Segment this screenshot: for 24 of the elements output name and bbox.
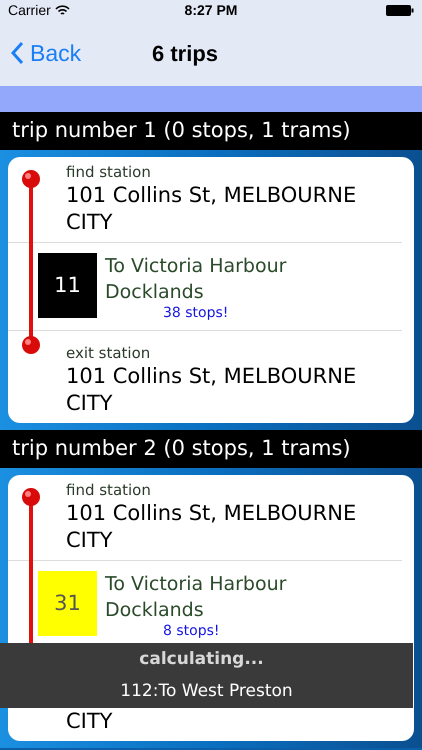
- route-badge: 11: [38, 253, 97, 318]
- station-label: find station: [66, 162, 152, 182]
- stop-count: 8 stops!: [162, 623, 220, 640]
- nav-title: 6 trips: [152, 40, 218, 68]
- route-destination: To Victoria Harbour Docklands: [105, 572, 288, 623]
- station-name: 101 Collins St, MELBOURNE CITY: [66, 363, 358, 417]
- status-time: 8:27 PM: [184, 0, 238, 20]
- route-badge: 31: [38, 571, 97, 636]
- battery-icon: [386, 4, 414, 16]
- chevron-left-icon: [10, 41, 24, 65]
- station-name: 101 Collins St, MELBOURNE CITY: [66, 182, 358, 236]
- station-label: find station: [66, 480, 152, 500]
- wifi-icon: [54, 4, 70, 16]
- loading-detail: 112:To West Preston: [120, 680, 293, 702]
- station-label: exit station: [66, 343, 152, 363]
- station-name: 101 Collins St, MELBOURNE CITY: [66, 500, 358, 554]
- carrier-label: Carrier: [8, 0, 51, 20]
- route-destination: To Victoria Harbour Docklands: [105, 254, 288, 305]
- trip-header: trip number 2 (0 stops, 1 trams): [12, 435, 351, 462]
- station-name: CITY: [66, 708, 114, 735]
- trip-header: trip number 1 (0 stops, 1 trams): [12, 117, 351, 144]
- trip-card[interactable]: find station 101 Collins St, MELBOURNE CITY 11 To Victoria Harbour Docklands 38 stops! exit station 101 Collins St, MELBOURNE CITY: [8, 157, 414, 423]
- loading-title: calculating...: [139, 648, 264, 671]
- stop-count: 38 stops!: [162, 305, 230, 322]
